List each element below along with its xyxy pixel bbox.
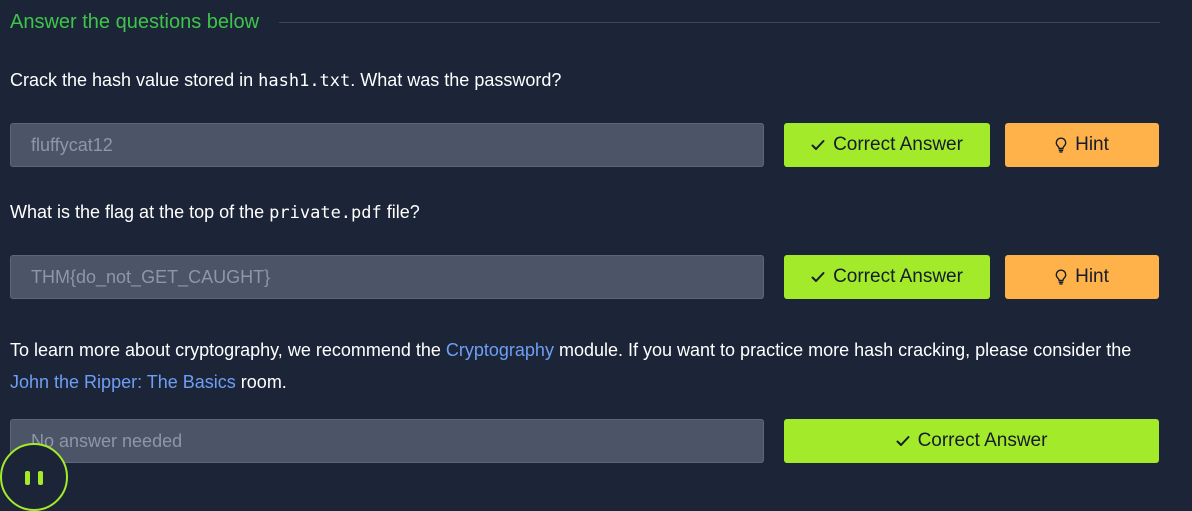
checkmark-icon	[811, 271, 825, 283]
question-1-text: Crack the hash value stored in hash1.txt…	[10, 70, 561, 91]
info-text-part-3: room.	[235, 372, 287, 392]
checkmark-icon	[896, 435, 910, 447]
question-2-text: What is the flag at the top of the priva…	[10, 202, 420, 223]
question-3-correct-answer-button[interactable]: Correct Answer	[784, 419, 1159, 463]
question-2-hint-label: Hint	[1075, 266, 1109, 287]
checkmark-icon	[811, 139, 825, 151]
question-2-correct-answer-button[interactable]: Correct Answer	[784, 255, 990, 299]
question-2-code: private.pdf	[269, 203, 382, 223]
cryptography-module-link[interactable]: Cryptography	[446, 340, 554, 360]
question-1-correct-answer-label: Correct Answer	[833, 134, 963, 155]
question-1-hint-label: Hint	[1075, 134, 1109, 155]
question-1-hint-button[interactable]: Hint	[1005, 123, 1159, 167]
john-the-ripper-room-link[interactable]: John the Ripper: The Basics	[10, 372, 236, 392]
question-1-text-after: . What was the password?	[350, 70, 562, 90]
question-2-text-after: file?	[381, 202, 420, 222]
section-title: Answer the questions below	[10, 10, 260, 33]
question-3-correct-answer-label: Correct Answer	[917, 430, 1048, 451]
question-1-code: hash1.txt	[258, 71, 351, 91]
info-text-part-1: To learn more about cryptography, we rec…	[10, 340, 446, 360]
section-divider	[279, 21, 1160, 23]
lightbulb-icon	[1055, 137, 1067, 153]
question-3-answer-field[interactable]: No answer needed	[10, 419, 764, 463]
question-1-text-before: Crack the hash value stored in	[10, 70, 259, 90]
section-header: Answer the questions below	[10, 8, 1160, 36]
info-text-part-2: module. If you want to practice more has…	[553, 340, 1132, 360]
question-2-answer-field[interactable]: THM{do_not_GET_CAUGHT}	[10, 255, 764, 299]
question-1-answer-field[interactable]: fluffycat12	[10, 123, 764, 167]
question-2-hint-button[interactable]: Hint	[1005, 255, 1159, 299]
question-2-correct-answer-label: Correct Answer	[833, 266, 963, 287]
lightbulb-icon	[1055, 269, 1067, 285]
question-2-text-before: What is the flag at the top of the	[10, 202, 270, 222]
floating-pause-button[interactable]	[0, 443, 68, 511]
question-1-correct-answer-button[interactable]: Correct Answer	[784, 123, 990, 167]
question-2-answer-value: THM{do_not_GET_CAUGHT}	[31, 266, 271, 287]
question-1-answer-value: fluffycat12	[31, 134, 113, 155]
info-paragraph: To learn more about cryptography, we rec…	[10, 334, 1160, 398]
